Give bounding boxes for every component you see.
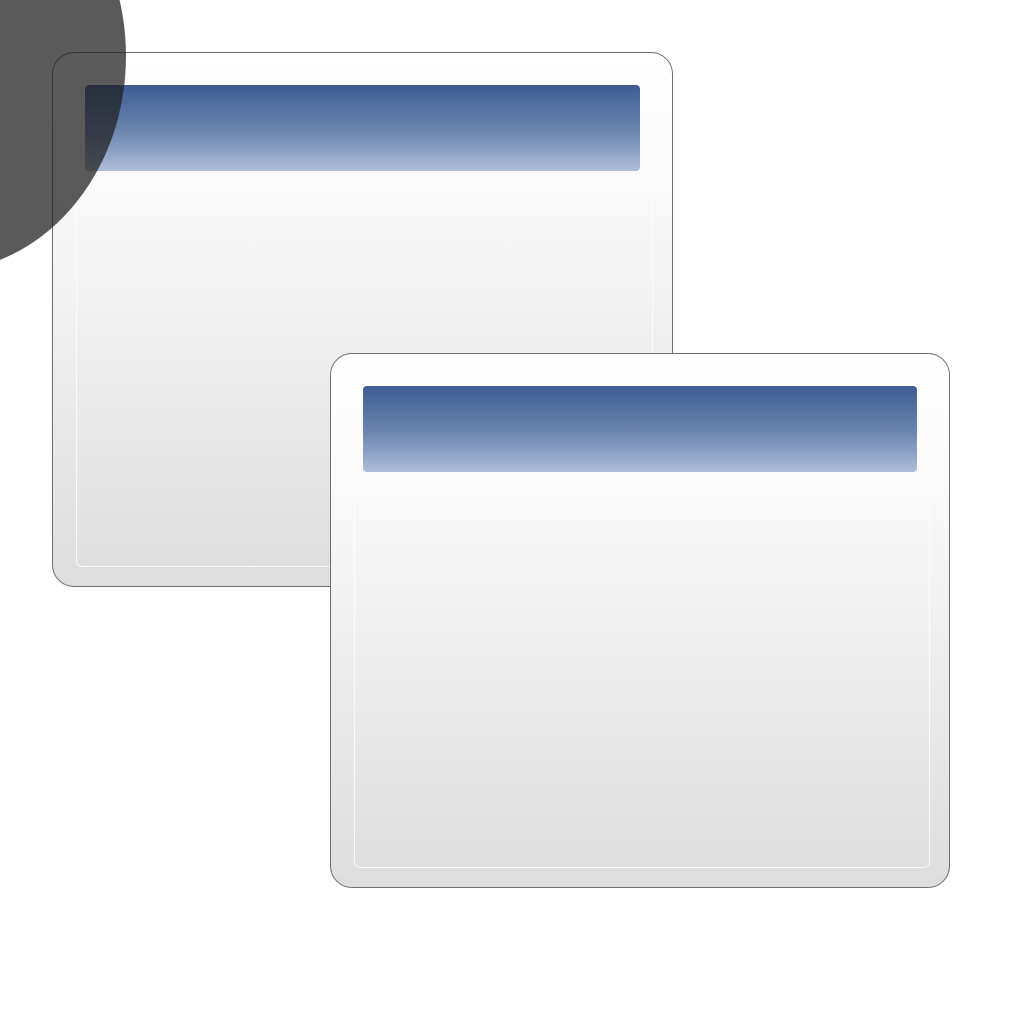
front-window[interactable] (330, 353, 950, 888)
back-window-title-bar[interactable] (85, 85, 640, 171)
front-window-title-bar[interactable] (363, 386, 917, 472)
stage (0, 0, 1024, 1024)
front-window-content-area (354, 504, 930, 868)
